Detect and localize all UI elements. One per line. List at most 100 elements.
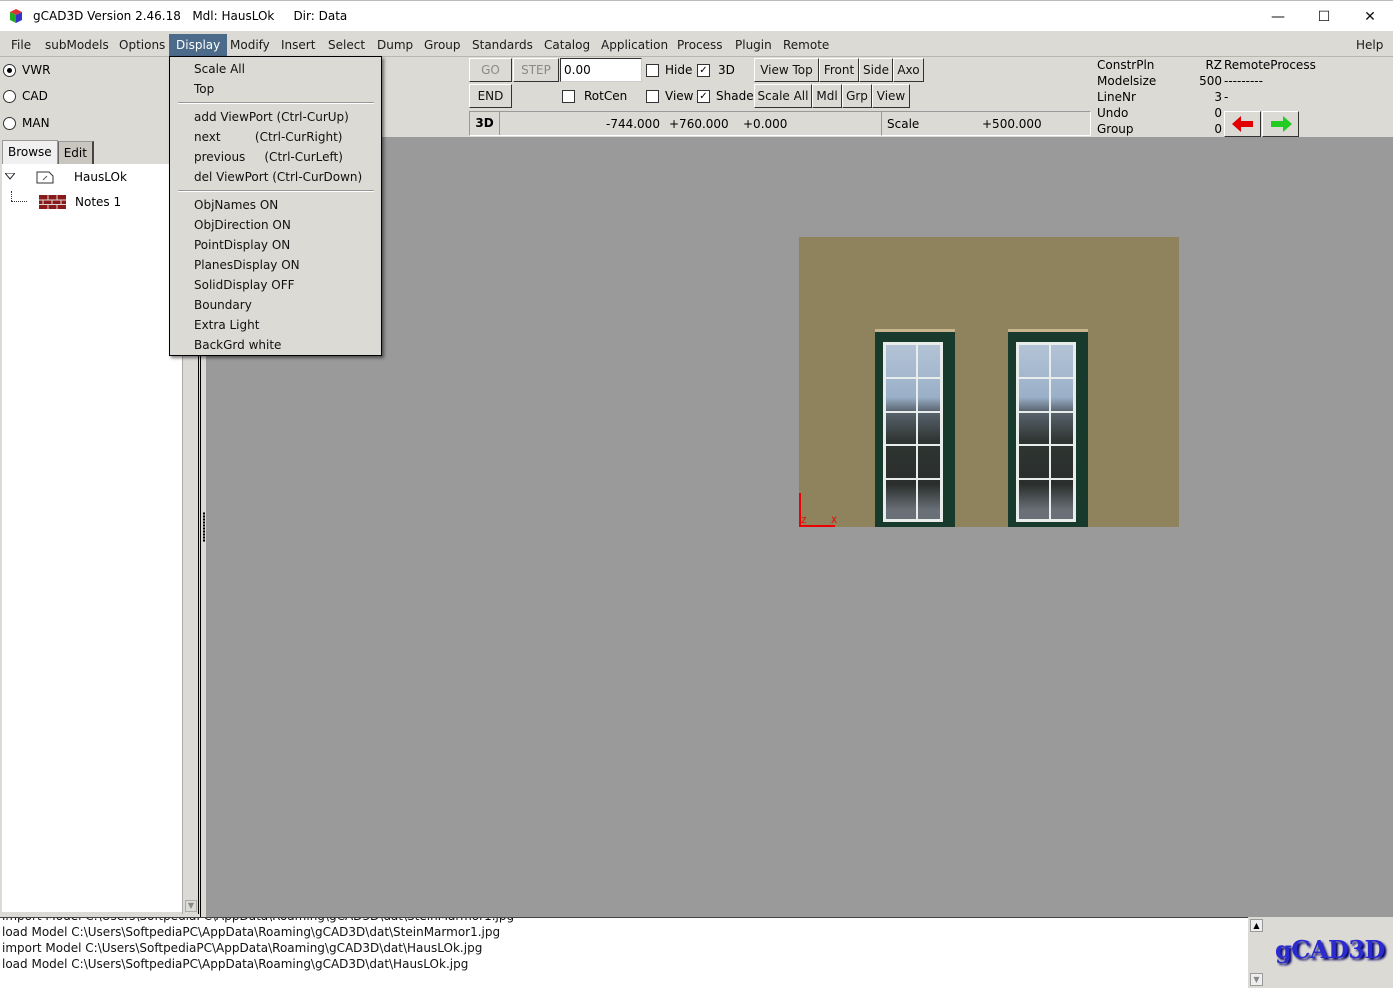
mullion	[916, 345, 918, 519]
tree-item-hauslok[interactable]: HausLOk	[2, 166, 127, 188]
arrow-left-icon	[1231, 116, 1253, 132]
front-button[interactable]: Front	[819, 58, 859, 82]
menu-insert[interactable]: Insert	[274, 34, 322, 56]
undo-button[interactable]	[1224, 111, 1261, 137]
mdl-button[interactable]: Mdl	[812, 84, 842, 108]
scale-all-button[interactable]: Scale All	[754, 84, 812, 108]
maximize-button[interactable]: ☐	[1301, 1, 1347, 32]
window-glass	[1016, 342, 1076, 522]
menu-item-top[interactable]: Top	[194, 79, 214, 99]
coord-mode-label: 3D	[470, 112, 500, 135]
rotcen-checkbox[interactable]: RotCen	[562, 85, 627, 107]
window-image	[1008, 329, 1088, 527]
menu-select[interactable]: Select	[321, 34, 372, 56]
mode-radio-vwr[interactable]: VWR	[3, 60, 50, 80]
message-line: import Model C:\Users\SoftpediaPC\AppDat…	[2, 941, 483, 955]
menu-submodels[interactable]: subModels	[38, 34, 116, 56]
tree-line	[11, 201, 27, 202]
hide-checkbox[interactable]: Hide	[646, 59, 692, 81]
minimize-button[interactable]: —	[1255, 1, 1301, 32]
info-value: 3	[1214, 90, 1222, 104]
menu-process[interactable]: Process	[670, 34, 730, 56]
tab-edit[interactable]: Edit	[57, 141, 94, 165]
go-button[interactable]: GO	[469, 58, 512, 82]
menu-group[interactable]: Group	[417, 34, 468, 56]
menu-item-objdirection[interactable]: ObjDirection ON	[194, 215, 291, 235]
shade-checkbox[interactable]: ✓ Shade	[697, 85, 754, 107]
3d-checkbox[interactable]: ✓ 3D	[697, 59, 735, 81]
menu-plugin[interactable]: Plugin	[728, 34, 779, 56]
view-button[interactable]: View	[872, 84, 910, 108]
tab-browse[interactable]: Browse	[2, 140, 58, 164]
message-log: import Model C:\Users\SoftpediaPC\AppDat…	[0, 917, 1248, 988]
menu-help[interactable]: Help	[1349, 34, 1390, 56]
splitter-grip-icon[interactable]	[203, 512, 205, 542]
menu-standards[interactable]: Standards	[465, 34, 540, 56]
info-value: RZ	[1205, 58, 1222, 72]
menu-item-boundary[interactable]: Boundary	[194, 295, 252, 315]
scroll-down-icon[interactable]: ▼	[1250, 973, 1263, 986]
step-button[interactable]: STEP	[513, 58, 559, 82]
side-button[interactable]: Side	[859, 58, 893, 82]
checkbox-label: View	[665, 89, 694, 103]
message-scrollbar[interactable]: ▲ ▼	[1248, 917, 1265, 988]
menu-item-previous-viewport[interactable]: previous (Ctrl-CurLeft)	[194, 147, 343, 167]
toolbar-area: GO STEP 0.00 Hide ✓ 3D View Top Front Si…	[206, 57, 1393, 137]
message-line: load Model C:\Users\SoftpediaPC\AppData\…	[2, 925, 501, 939]
info-label: Undo	[1097, 106, 1129, 120]
axo-button[interactable]: Axo	[893, 58, 924, 82]
menu-catalog[interactable]: Catalog	[537, 34, 597, 56]
expand-triangle-icon[interactable]	[5, 173, 15, 181]
end-button[interactable]: END	[469, 84, 512, 108]
scroll-up-icon[interactable]: ▲	[1250, 919, 1263, 932]
menu-item-add-viewport[interactable]: add ViewPort (Ctrl-CurUp)	[194, 107, 349, 127]
menu-item-del-viewport[interactable]: del ViewPort (Ctrl-CurDown)	[194, 167, 362, 187]
checkbox-icon	[646, 63, 659, 77]
menu-item-scale-all[interactable]: Scale All	[194, 59, 245, 79]
menu-dump[interactable]: Dump	[370, 34, 420, 56]
menu-item-soliddisplay[interactable]: SolidDisplay OFF	[194, 275, 295, 295]
info-value: 0	[1214, 106, 1222, 120]
3d-viewport[interactable]: Z X	[206, 137, 1393, 917]
menu-options[interactable]: Options	[112, 34, 172, 56]
axis-x-label: X	[831, 516, 838, 526]
display-menu-dropdown: Scale All Top add ViewPort (Ctrl-CurUp) …	[169, 56, 382, 356]
scroll-down-icon[interactable]: ▼	[185, 900, 197, 912]
menu-modify[interactable]: Modify	[223, 34, 277, 56]
menu-application[interactable]: Application	[594, 34, 675, 56]
mode-radio-cad[interactable]: CAD	[3, 86, 48, 106]
checkbox-icon	[562, 89, 575, 103]
view-top-button[interactable]: View Top	[754, 58, 819, 82]
close-button[interactable]: ✕	[1347, 1, 1393, 32]
radio-selected-icon	[3, 63, 16, 77]
checkbox-label: 3D	[718, 63, 735, 77]
info-label: Group	[1097, 122, 1134, 136]
menu-item-pointdisplay[interactable]: PointDisplay ON	[194, 235, 290, 255]
menu-remote[interactable]: Remote	[776, 34, 836, 56]
coord-x: -744.000	[606, 117, 660, 131]
mode-radio-man[interactable]: MAN	[3, 113, 50, 133]
grp-button[interactable]: Grp	[842, 84, 872, 108]
menu-separator	[178, 102, 374, 104]
mode-label: CAD	[22, 89, 48, 103]
menu-item-backgrd-white[interactable]: BackGrd white	[194, 335, 281, 355]
coord-z: +0.000	[743, 117, 788, 131]
view-checkbox[interactable]: View	[646, 85, 693, 107]
menu-file[interactable]: File	[4, 34, 38, 56]
logo-text: gCAD3D	[1275, 935, 1385, 964]
window-image	[875, 329, 955, 527]
step-value-input[interactable]: 0.00	[560, 58, 642, 82]
info-label: LineNr	[1097, 90, 1136, 104]
menu-item-planesdisplay[interactable]: PlanesDisplay ON	[194, 255, 300, 275]
tree-item-notes[interactable]: Notes 1	[2, 191, 121, 213]
radio-icon	[3, 89, 16, 103]
menu-item-next-viewport[interactable]: next (Ctrl-CurRight)	[194, 127, 342, 147]
maximize-icon: ☐	[1317, 8, 1331, 25]
menu-display[interactable]: Display	[169, 34, 228, 56]
coord-y: +760.000	[669, 117, 729, 131]
app-cube-icon	[10, 9, 22, 23]
menu-separator	[178, 190, 374, 192]
menu-item-extra-light[interactable]: Extra Light	[194, 315, 259, 335]
menu-item-objnames[interactable]: ObjNames ON	[194, 195, 278, 215]
redo-button[interactable]	[1262, 111, 1299, 137]
